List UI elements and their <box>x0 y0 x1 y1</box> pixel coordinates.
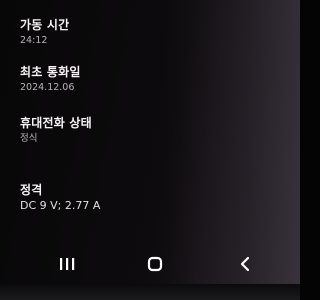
rating-value: DC 9 V; 2.77 A <box>20 199 101 212</box>
back-button[interactable] <box>230 252 260 276</box>
uptime-item: 가동 시간 24:12 <box>20 18 270 47</box>
rating-item: 정격 DC 9 V; 2.77 A <box>20 183 270 212</box>
phone-status-label: 휴대전화 상태 <box>20 116 92 130</box>
recents-icon <box>60 258 75 270</box>
first-call-date-item: 최초 통화일 2024.12.06 <box>20 65 270 94</box>
phone-status-item: 휴대전화 상태 정식 <box>20 116 270 145</box>
phone-status-value: 정식 <box>20 133 38 144</box>
rating-label: 정격 <box>20 183 43 197</box>
home-icon <box>147 256 163 272</box>
uptime-value: 24:12 <box>20 35 48 46</box>
recents-button[interactable] <box>52 252 82 276</box>
navigation-bar <box>0 244 300 284</box>
back-icon <box>240 256 250 272</box>
device-screen: 가동 시간 24:12 최초 통화일 2024.12.06 휴대전화 상태 정식… <box>0 0 300 300</box>
first-call-date-label: 최초 통화일 <box>20 65 81 79</box>
first-call-date-value: 2024.12.06 <box>20 82 75 93</box>
uptime-label: 가동 시간 <box>20 18 70 32</box>
home-button[interactable] <box>140 252 170 276</box>
device-bezel <box>0 284 300 300</box>
